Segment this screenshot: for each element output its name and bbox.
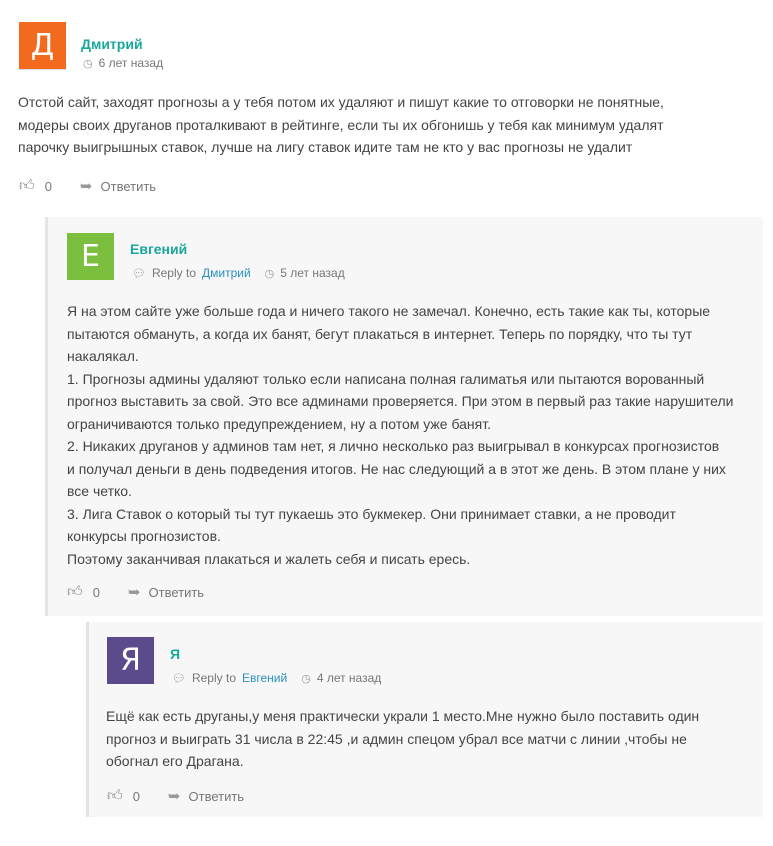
avatar: Д (19, 22, 66, 69)
like-count: 0 (44, 178, 52, 194)
comment-line: обогнал его Драгана. (106, 753, 244, 769)
comment-line: 3. Лига Ставок о который ты тут пукаешь … (67, 505, 676, 522)
comment-evgeny: Е Евгений 💬︎ Reply to Дмитрий ◷ 5 лет на… (45, 217, 763, 616)
reply-button[interactable]: Ответить (189, 789, 245, 804)
comment-line: пытаются обмануть, а когда их банят, бег… (67, 325, 693, 342)
comment-line: Я на этом сайте уже больше года и ничего… (67, 303, 711, 319)
avatar: Е (67, 233, 114, 280)
clock-icon: ◷ (301, 672, 311, 685)
speech-bubble-icon: 💬︎ (132, 267, 146, 280)
avatar: Я (107, 637, 154, 684)
comment-line: 2. Никаких друганов у админов там нет, я… (67, 438, 720, 454)
reply-arrow-icon[interactable]: ➥ (168, 787, 181, 805)
comment-line: парочку выигрышных ставок, лучше на лигу… (18, 139, 633, 155)
comment-line: конкурсы прогнозистов. (67, 528, 221, 544)
comment-author[interactable]: Евгений (130, 241, 187, 257)
comment-meta: ◷ 6 лет назад (83, 56, 163, 70)
avatar-letter: Я (120, 643, 141, 678)
comment-time: 6 лет назад (98, 56, 164, 70)
like-count: 0 (92, 584, 100, 600)
comment-actions: 👍︎ 0 ➥ Ответить (107, 787, 244, 805)
comment-line: все четко. (67, 483, 132, 499)
reply-button[interactable]: Ответить (101, 179, 157, 194)
comment-line: прогноз и выиграть 31 числа в 22:45 ,и а… (106, 730, 687, 747)
comment-line: ограничиваются только предупреждением, н… (67, 415, 491, 432)
comment-line: Отстой сайт, заходят прогнозы а у тебя п… (18, 94, 664, 110)
comment-ya: Я Я 💬︎ Reply to Евгений ◷ 4 лет назад Ещ… (86, 622, 763, 817)
comment-author[interactable]: Я (170, 646, 180, 662)
reply-arrow-icon[interactable]: ➥ (128, 583, 141, 601)
comment-author[interactable]: Дмитрий (81, 36, 143, 52)
comment-actions: 👍︎ 0 ➥ Ответить (67, 583, 204, 601)
comment-text: Я на этом сайте уже больше года и ничего… (67, 300, 757, 570)
comment-meta: 💬︎ Reply to Евгений ◷ 4 лет назад (172, 671, 381, 685)
reply-to-link[interactable]: Евгений (242, 671, 287, 685)
reply-to-label: Reply to (151, 266, 196, 280)
comment-text: Отстой сайт, заходят прогнозы а у тебя п… (18, 91, 758, 159)
comment-dmitry: Д Дмитрий ◷ 6 лет назад Отстой сайт, зах… (0, 0, 773, 210)
thumbs-up-icon[interactable]: 👍︎ (107, 787, 123, 805)
comment-line: прогноз выставить за свой. Это все админ… (67, 393, 734, 409)
comment-line: Ещё как есть друганы,у меня практически … (106, 708, 700, 724)
clock-icon: ◷ (83, 57, 93, 70)
reply-button[interactable]: Ответить (149, 585, 205, 600)
comment-line: модеры своих друганов проталкивают в рей… (18, 116, 664, 133)
thumbs-up-icon[interactable]: 👍︎ (19, 177, 35, 195)
like-count: 0 (132, 788, 140, 804)
avatar-underline (19, 69, 66, 70)
comment-time: 4 лет назад (316, 671, 382, 685)
comment-text: Ещё как есть друганы,у меня практически … (106, 705, 756, 773)
reply-to-link[interactable]: Дмитрий (202, 266, 251, 280)
speech-bubble-icon: 💬︎ (172, 672, 186, 685)
comment-time: 5 лет назад (280, 266, 345, 280)
avatar-letter: Д (30, 28, 55, 63)
comment-actions: 👍︎ 0 ➥ Ответить (19, 177, 156, 195)
thumbs-up-icon[interactable]: 👍︎ (67, 583, 83, 601)
comment-line: накалякал. (67, 348, 139, 364)
comment-line: Поэтому заканчивая плакаться и жалеть се… (67, 550, 471, 567)
avatar-letter: Е (81, 239, 100, 274)
reply-to-label: Reply to (191, 671, 236, 685)
clock-icon: ◷ (264, 267, 275, 280)
comment-meta: 💬︎ Reply to Дмитрий ◷ 5 лет назад (132, 266, 345, 280)
comment-line: 1. Прогнозы админы удаляют только если н… (67, 370, 705, 387)
reply-arrow-icon[interactable]: ➥ (80, 177, 93, 195)
comment-line: и получал деньги в день подведения итого… (67, 460, 726, 477)
